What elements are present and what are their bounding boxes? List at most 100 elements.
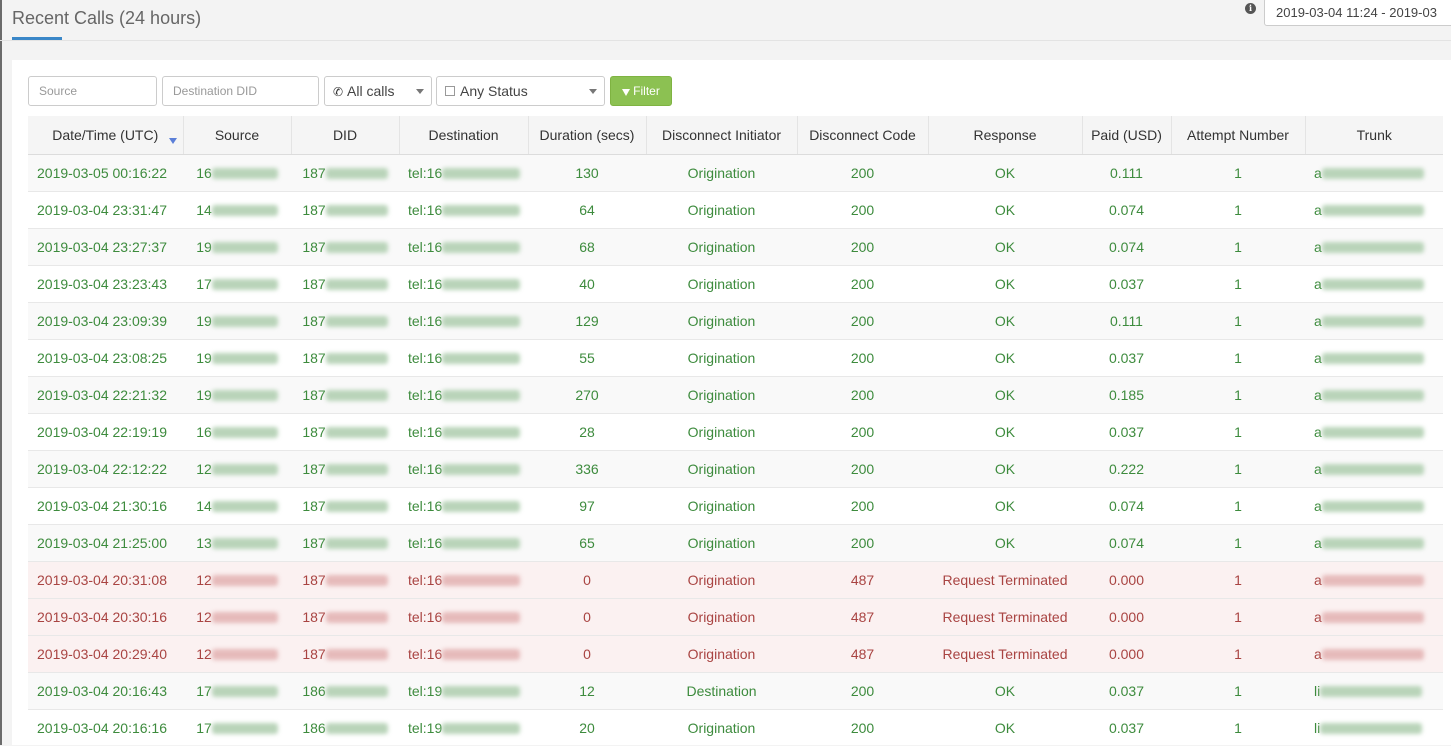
initiator-value: Origination bbox=[688, 350, 756, 366]
destination-did-input[interactable] bbox=[163, 77, 318, 105]
filter-button[interactable]: Filter bbox=[610, 76, 672, 106]
response-value: OK bbox=[995, 387, 1015, 403]
table-header-row: Date/Time (UTC)SourceDIDDestination Durat… bbox=[28, 116, 1443, 155]
paid-cell: 0.074 bbox=[1082, 192, 1171, 229]
paid-value: 0.222 bbox=[1109, 461, 1144, 477]
response-value: Request Terminated bbox=[942, 609, 1067, 625]
paid-value: 0.037 bbox=[1109, 720, 1144, 736]
table-row[interactable]: 2019-03-04 20:30:1612187tel:160Originati… bbox=[28, 599, 1443, 636]
did-value: 187 bbox=[302, 609, 325, 625]
source-input[interactable] bbox=[29, 77, 156, 105]
trunk-header[interactable]: Trunk bbox=[1305, 116, 1443, 155]
table-row[interactable]: 2019-03-04 21:30:1614187tel:1697Originat… bbox=[28, 488, 1443, 525]
table-row[interactable]: 2019-03-04 23:08:2519187tel:1655Originat… bbox=[28, 340, 1443, 377]
paid-value: 0.000 bbox=[1109, 572, 1144, 588]
did-cell: 187 bbox=[291, 525, 399, 562]
duration-cell: 68 bbox=[528, 229, 646, 266]
table-row[interactable]: 2019-03-04 20:31:0812187tel:160Originati… bbox=[28, 562, 1443, 599]
table-row[interactable]: 2019-03-04 23:27:3719187tel:1668Originat… bbox=[28, 229, 1443, 266]
destination-value: tel:19 bbox=[408, 683, 442, 699]
column-label: Duration (secs) bbox=[540, 127, 635, 143]
duration-cell: 129 bbox=[528, 303, 646, 340]
duration-value: 97 bbox=[579, 498, 595, 514]
redacted-value bbox=[1320, 723, 1422, 734]
duration-cell: 0 bbox=[528, 636, 646, 673]
table-row[interactable]: 2019-03-04 23:31:4714187tel:1664Originat… bbox=[28, 192, 1443, 229]
duration-cell: 97 bbox=[528, 488, 646, 525]
initiator-cell: Origination bbox=[646, 155, 797, 192]
source-header[interactable]: Source bbox=[183, 116, 291, 155]
table-row[interactable]: 2019-03-04 20:16:1617186tel:1920Originat… bbox=[28, 710, 1443, 746]
source-cell: 14 bbox=[183, 488, 291, 525]
response-cell: Request Terminated bbox=[928, 562, 1082, 599]
duration-cell: 64 bbox=[528, 192, 646, 229]
duration-value: 20 bbox=[579, 720, 595, 736]
attempt-cell: 1 bbox=[1171, 266, 1305, 303]
destination-value: tel:16 bbox=[408, 461, 442, 477]
redacted-value bbox=[442, 168, 520, 179]
table-row[interactable]: 2019-03-04 21:25:0013187tel:1665Originat… bbox=[28, 525, 1443, 562]
table-row[interactable]: 2019-03-04 23:09:3919187tel:16129Origina… bbox=[28, 303, 1443, 340]
paid-value: 0.111 bbox=[1110, 313, 1143, 329]
calls-panel: ✆All calls Any Status Filter Date/Time (… bbox=[12, 60, 1451, 745]
source-value: 14 bbox=[196, 202, 212, 218]
source-cell: 12 bbox=[183, 562, 291, 599]
did-value: 187 bbox=[302, 461, 325, 477]
response-value: Request Terminated bbox=[942, 572, 1067, 588]
trunk-value: a bbox=[1314, 165, 1322, 181]
disconnect-initiator-header[interactable]: Disconnect Initiator bbox=[646, 116, 797, 155]
redacted-value bbox=[442, 464, 520, 475]
did-cell: 187 bbox=[291, 562, 399, 599]
attempt-cell: 1 bbox=[1171, 488, 1305, 525]
table-row[interactable]: 2019-03-05 00:16:2216187tel:16130Origina… bbox=[28, 155, 1443, 192]
code-cell: 200 bbox=[797, 525, 928, 562]
redacted-value bbox=[1322, 390, 1424, 401]
redacted-value bbox=[212, 427, 278, 438]
funnel-icon bbox=[622, 89, 630, 96]
paid-header[interactable]: Paid (USD) bbox=[1082, 116, 1171, 155]
source-field[interactable] bbox=[28, 76, 157, 106]
datetime-cell: 2019-03-04 20:30:16 bbox=[28, 599, 183, 636]
table-row[interactable]: 2019-03-04 22:12:2212187tel:16336Origina… bbox=[28, 451, 1443, 488]
table-row[interactable]: 2019-03-04 20:16:4317186tel:1912Destinat… bbox=[28, 673, 1443, 710]
response-value: OK bbox=[995, 683, 1015, 699]
initiator-cell: Origination bbox=[646, 525, 797, 562]
date-range-picker[interactable]: 2019-03-04 11:24 - 2019-03 bbox=[1264, 0, 1451, 26]
table-row[interactable]: 2019-03-04 22:21:3219187tel:16270Origina… bbox=[28, 377, 1443, 414]
redacted-value bbox=[442, 205, 520, 216]
disconnect-code-header[interactable]: Disconnect Code bbox=[797, 116, 928, 155]
redacted-value bbox=[1322, 575, 1424, 586]
attempt-number-header[interactable]: Attempt Number bbox=[1171, 116, 1305, 155]
redacted-value bbox=[1322, 205, 1424, 216]
info-icon[interactable]: i bbox=[1245, 3, 1256, 14]
destination-field[interactable] bbox=[162, 76, 319, 106]
did-value: 187 bbox=[302, 239, 325, 255]
response-header[interactable]: Response bbox=[928, 116, 1082, 155]
table-row[interactable]: 2019-03-04 20:29:4012187tel:160Originati… bbox=[28, 636, 1443, 673]
title-tab-indicator bbox=[12, 37, 62, 40]
redacted-value bbox=[442, 316, 520, 327]
trunk-cell: a bbox=[1305, 377, 1443, 414]
source-value: 12 bbox=[196, 461, 212, 477]
datetime-header[interactable]: Date/Time (UTC) bbox=[28, 116, 183, 155]
redacted-value bbox=[326, 686, 388, 697]
datetime-cell: 2019-03-04 20:16:43 bbox=[28, 673, 183, 710]
destination-header[interactable]: Destination bbox=[399, 116, 528, 155]
redacted-value bbox=[212, 612, 278, 623]
calls-type-select[interactable]: ✆All calls bbox=[324, 76, 432, 106]
redacted-value bbox=[326, 575, 388, 586]
table-row[interactable]: 2019-03-04 22:19:1916187tel:1628Originat… bbox=[28, 414, 1443, 451]
did-header[interactable]: DID bbox=[291, 116, 399, 155]
status-select[interactable]: Any Status bbox=[436, 76, 605, 106]
trunk-cell: a bbox=[1305, 525, 1443, 562]
table-row[interactable]: 2019-03-04 23:23:4317187tel:1640Originat… bbox=[28, 266, 1443, 303]
attempt-cell: 1 bbox=[1171, 636, 1305, 673]
duration-value: 130 bbox=[575, 165, 598, 181]
datetime-value: 2019-03-04 23:08:25 bbox=[37, 350, 167, 366]
attempt-cell: 1 bbox=[1171, 673, 1305, 710]
attempt-value: 1 bbox=[1234, 461, 1242, 477]
duration-header[interactable]: Duration (secs) bbox=[528, 116, 646, 155]
sort-desc-icon[interactable] bbox=[169, 138, 177, 144]
source-value: 16 bbox=[196, 165, 212, 181]
redacted-value bbox=[326, 390, 388, 401]
